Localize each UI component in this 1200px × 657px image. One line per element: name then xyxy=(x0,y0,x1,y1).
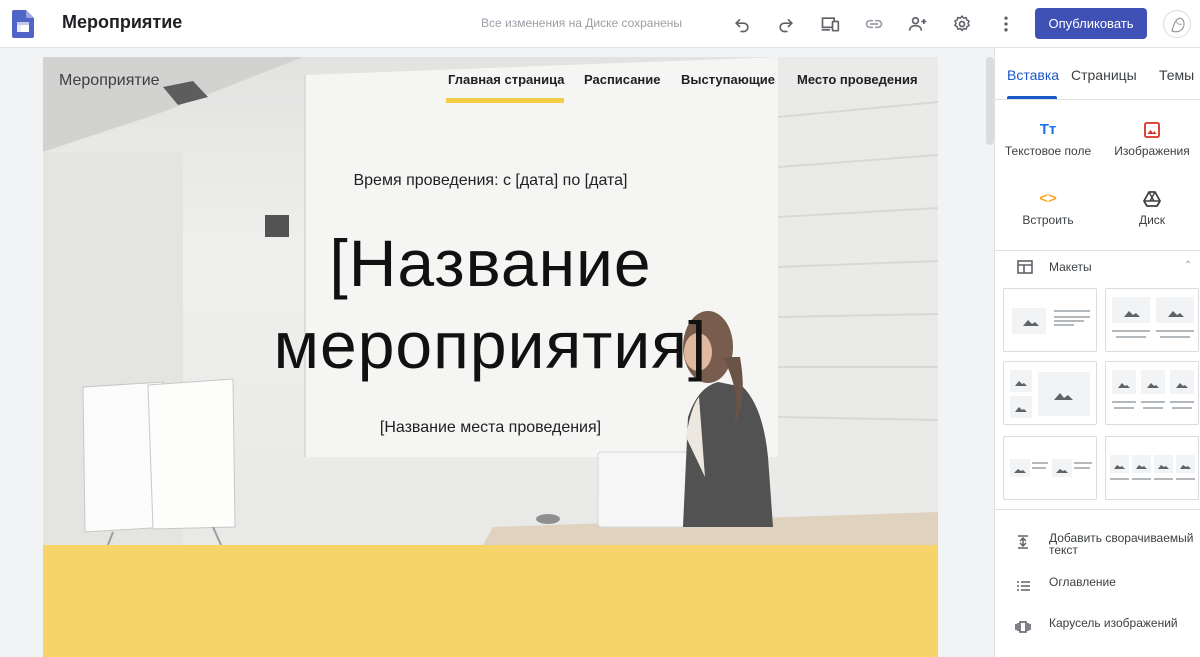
layout-thumb-6[interactable] xyxy=(1105,436,1199,500)
nav-active-indicator xyxy=(446,98,564,103)
save-status: Все изменения на Диске сохранены xyxy=(481,16,683,30)
panel-divider xyxy=(995,250,1200,251)
top-bar: Мероприятие Все изменения на Диске сохра… xyxy=(0,0,1200,48)
insert-embed-label: Встроить xyxy=(1022,213,1074,227)
layout-thumb-1[interactable] xyxy=(1003,288,1097,352)
hero-date-text[interactable]: Время проведения: с [дата] по [дата] xyxy=(43,172,938,190)
hero-title-line2: мероприятия] xyxy=(273,308,708,382)
image-carousel-label: Карусель изображений xyxy=(1049,616,1178,630)
nav-item-venue[interactable]: Место проведения xyxy=(797,72,918,87)
table-of-contents-icon xyxy=(1017,581,1030,591)
insert-panel: Вставка Страницы Темы Tт Текстовое поле … xyxy=(994,48,1200,657)
redo-icon[interactable] xyxy=(774,12,798,36)
embed-icon: <> xyxy=(1039,190,1057,207)
collapse-chevron-icon[interactable]: ⌃ xyxy=(1184,260,1192,271)
settings-icon[interactable] xyxy=(950,12,974,36)
layouts-label: Макеты xyxy=(1049,260,1092,274)
insert-embed[interactable]: <> Встроить xyxy=(998,189,1098,227)
drive-icon xyxy=(1143,191,1161,207)
image-icon xyxy=(1144,122,1160,138)
add-collapsible-text[interactable]: Добавить сворачиваемый текст xyxy=(1015,532,1199,556)
hero-title-line1: [Название xyxy=(329,226,652,300)
nav-item-speakers[interactable]: Выступающие xyxy=(681,72,775,87)
share-icon[interactable] xyxy=(906,12,930,36)
hero-brand[interactable]: Мероприятие xyxy=(59,72,160,90)
insert-images-label: Изображения xyxy=(1114,144,1190,158)
canvas-scrollbar[interactable] xyxy=(986,57,994,145)
layouts-header[interactable]: Макеты xyxy=(1017,260,1092,274)
layout-thumb-4[interactable] xyxy=(1105,361,1199,425)
layout-thumb-5[interactable] xyxy=(1003,436,1097,500)
table-of-contents[interactable]: Оглавление xyxy=(1015,576,1199,594)
insert-drive[interactable]: Диск xyxy=(1102,189,1200,227)
image-carousel[interactable]: Карусель изображений xyxy=(1015,617,1199,635)
insert-images[interactable]: Изображения xyxy=(1102,120,1200,158)
text-box-icon: Tт xyxy=(1039,121,1057,138)
insert-drive-label: Диск xyxy=(1138,213,1166,227)
panel-divider-bottom xyxy=(995,509,1200,510)
image-carousel-icon xyxy=(1015,621,1031,633)
collapsible-text-label: Добавить сворачиваемый текст xyxy=(1049,531,1194,557)
tab-themes[interactable]: Темы xyxy=(1159,67,1194,83)
insert-text-box-label: Текстовое поле xyxy=(1004,144,1092,158)
publish-button[interactable]: Опубликовать xyxy=(1035,8,1147,39)
layouts-icon xyxy=(1017,260,1033,274)
sites-logo-icon[interactable] xyxy=(12,10,34,38)
site-title[interactable]: Мероприятие xyxy=(62,12,182,33)
tab-pages[interactable]: Страницы xyxy=(1071,67,1137,83)
site-canvas[interactable]: Мероприятие Главная страница Расписание … xyxy=(43,57,938,657)
insert-text-box[interactable]: Tт Текстовое поле xyxy=(998,120,1098,158)
more-icon[interactable] xyxy=(994,12,1018,36)
nav-item-home[interactable]: Главная страница xyxy=(448,72,564,87)
preview-icon[interactable] xyxy=(818,12,842,36)
layout-thumb-2[interactable] xyxy=(1105,288,1199,352)
undo-icon[interactable] xyxy=(730,12,754,36)
hero-title[interactable]: [Название мероприятия] xyxy=(43,222,938,386)
layout-thumb-3[interactable] xyxy=(1003,361,1097,425)
table-of-contents-label: Оглавление xyxy=(1049,575,1116,589)
collapsible-text-icon xyxy=(1018,535,1028,549)
tab-divider xyxy=(995,99,1200,100)
yellow-section[interactable] xyxy=(43,545,938,657)
hero-venue-text[interactable]: [Название места проведения] xyxy=(43,419,938,437)
nav-item-schedule[interactable]: Расписание xyxy=(584,72,661,87)
link-icon[interactable] xyxy=(862,12,886,36)
hero-section[interactable]: Мероприятие Главная страница Расписание … xyxy=(43,57,938,545)
tab-insert[interactable]: Вставка xyxy=(1007,67,1059,83)
avatar[interactable] xyxy=(1163,10,1191,38)
